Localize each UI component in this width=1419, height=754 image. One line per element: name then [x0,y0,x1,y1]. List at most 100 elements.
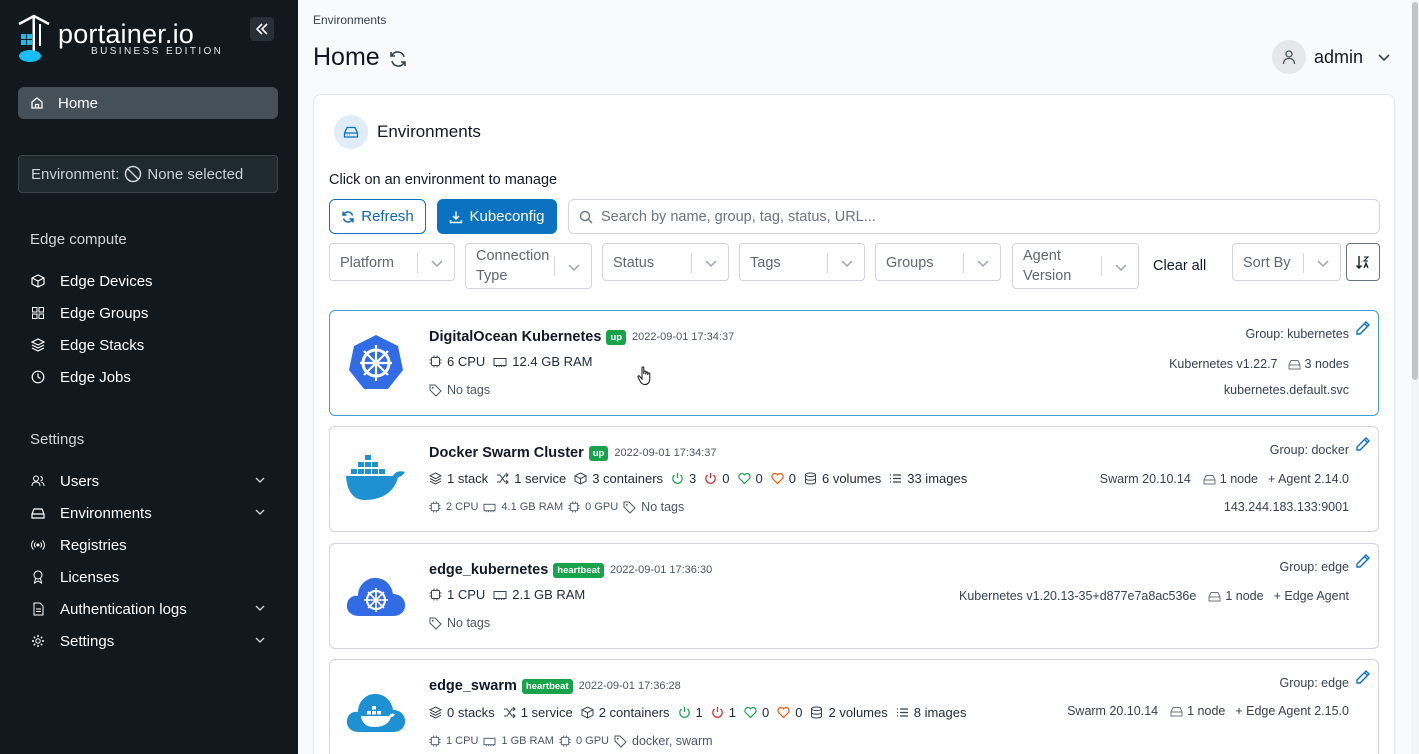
sidebar-item-users[interactable]: Users [30,470,270,492]
chevron-down-icon [255,477,265,483]
grid-icon [32,307,44,319]
filter-label: Groups [886,255,934,271]
chevron-down-icon [1115,264,1127,272]
power-off-icon [712,707,723,718]
resources-row: 2 CPU 4.1 GB RAM 0 GPU No tags [429,500,689,514]
sidebar-item-home[interactable]: Home [18,87,278,119]
groups-filter[interactable]: Groups [875,243,1001,281]
brand-edition: BUSINESS EDITION [91,46,224,57]
clear-all-button[interactable]: Clear all [1153,258,1206,274]
kubeconfig-button[interactable]: Kubeconfig [437,199,557,234]
search-icon [579,210,593,223]
page-scrollbar[interactable] [1411,0,1419,754]
edit-icon[interactable] [1355,669,1371,685]
filter-label: Tags [750,255,781,271]
refresh-icon [342,210,354,223]
sidebar-item-label: Licenses [60,568,120,586]
box-icon [581,706,594,719]
edit-icon[interactable] [1355,436,1371,452]
unhealthy-count: 0 [795,705,803,720]
node-icon [1170,706,1183,716]
username: admin [1314,46,1364,67]
version-text: Swarm 20.10.14 [1099,472,1191,486]
box-icon [574,472,587,485]
breadcrumb[interactable]: Environments [313,13,386,27]
volumes-value: 6 volumes [821,471,882,486]
ram-value: 2.1 GB RAM [512,587,586,602]
chevron-down-icon [255,509,265,515]
kubernetes-cloud-icon [346,577,406,616]
refresh-button[interactable]: Refresh [329,199,426,234]
user-menu[interactable]: admin [1272,40,1391,74]
box-icon [31,274,45,288]
kubernetes-logo [345,331,407,393]
volumes-value: 2 volumes [828,705,888,720]
gpu-icon [568,501,580,513]
refresh-icon[interactable] [388,49,408,69]
env-name-text: DigitalOcean Kubernetes [429,329,602,345]
collapse-sidebar-button[interactable] [250,17,274,41]
stats-row: 0 stacks 1 service 2 containers 1 1 0 0 … [429,705,974,720]
sidebar-item-environments[interactable]: Environments [30,502,270,524]
search-input[interactable] [601,208,1361,225]
sidebar-item-edge-devices[interactable]: Edge Devices [30,270,270,292]
environment-selector[interactable]: Environment: None selected [18,155,278,193]
sidebar-item-registries[interactable]: Registries [30,534,270,556]
agent-version-filter[interactable]: Agent Version [1012,243,1139,289]
gear-icon [32,635,44,647]
chevron-down-icon [431,260,443,268]
ram-value: 1 GB RAM [501,735,554,747]
group-label: Group: edge [1280,560,1350,574]
edit-icon[interactable] [1355,320,1371,336]
environment-card[interactable]: edge_kubernetes heartbeat 2022-09-01 17:… [329,543,1379,649]
chevron-down-icon [705,260,717,268]
chevron-down-icon [255,605,265,611]
sidebar-item-edge-stacks[interactable]: Edge Stacks [30,334,270,356]
sort-order-button[interactable] [1346,243,1380,281]
group-label: Group: edge [1280,676,1350,690]
home-icon [31,97,43,109]
environment-card[interactable]: edge_swarm heartbeat 2022-09-01 17:36:28… [329,659,1379,754]
gpu-icon [559,735,571,747]
sidebar-item-settings[interactable]: Settings [30,630,270,652]
env-meta-row: Swarm 20.10.14 1 node + Edge Agent 2.15.… [1067,704,1349,718]
power-icon [672,473,683,484]
tags-value: docker, swarm [632,734,713,748]
layers-icon [429,706,442,719]
portainer-logo[interactable]: portainer.io BUSINESS EDITION [16,14,226,64]
nodes-text: 3 nodes [1304,357,1349,371]
sidebar-item-authentication-logs[interactable]: Authentication logs [30,598,270,620]
status-filter[interactable]: Status [602,243,729,281]
env-meta-row: Kubernetes v1.20.13-35+d877e7a8ac536e 1 … [959,589,1349,603]
env-name-text: edge_swarm [429,678,517,694]
environment-label: Environment: [31,165,120,183]
environment-card[interactable]: Docker Swarm Cluster up 2022-09-01 17:34… [329,426,1379,532]
scrollbar-thumb[interactable] [1412,2,1418,380]
edit-icon[interactable] [1355,553,1371,569]
tag-icon [623,501,636,514]
cpu-icon [429,501,441,513]
sort-by-select[interactable]: Sort By [1232,243,1341,281]
connection-type-filter[interactable]: Connection Type [465,243,592,289]
environment-card[interactable]: DigitalOcean Kubernetes up 2022-09-01 17… [329,310,1379,416]
hard-drive-icon [343,126,359,138]
memory-icon [483,737,496,746]
tags-filter[interactable]: Tags [739,243,865,281]
panel-icon-wrap [334,115,368,149]
memory-icon [483,503,496,512]
environment-name: Docker Swarm Cluster up 2022-09-01 17:34… [429,445,717,461]
unhealthy-count: 0 [788,471,796,486]
search-box[interactable] [568,199,1380,234]
sidebar-item-edge-jobs[interactable]: Edge Jobs [30,366,270,388]
file-text-icon [33,602,44,616]
env-name-text: edge_kubernetes [429,562,549,578]
sidebar-item-licenses[interactable]: Licenses [30,566,270,588]
resources-row: 1 CPU 2.1 GB RAM [429,587,593,602]
sidebar-item-edge-groups[interactable]: Edge Groups [30,302,270,324]
platform-filter[interactable]: Platform [329,243,455,281]
running-count: 1 [695,705,703,720]
heart-unhealthy-icon [771,472,784,485]
layers-icon [429,472,442,485]
tags-value: No tags [447,616,491,630]
database-icon [811,706,823,719]
